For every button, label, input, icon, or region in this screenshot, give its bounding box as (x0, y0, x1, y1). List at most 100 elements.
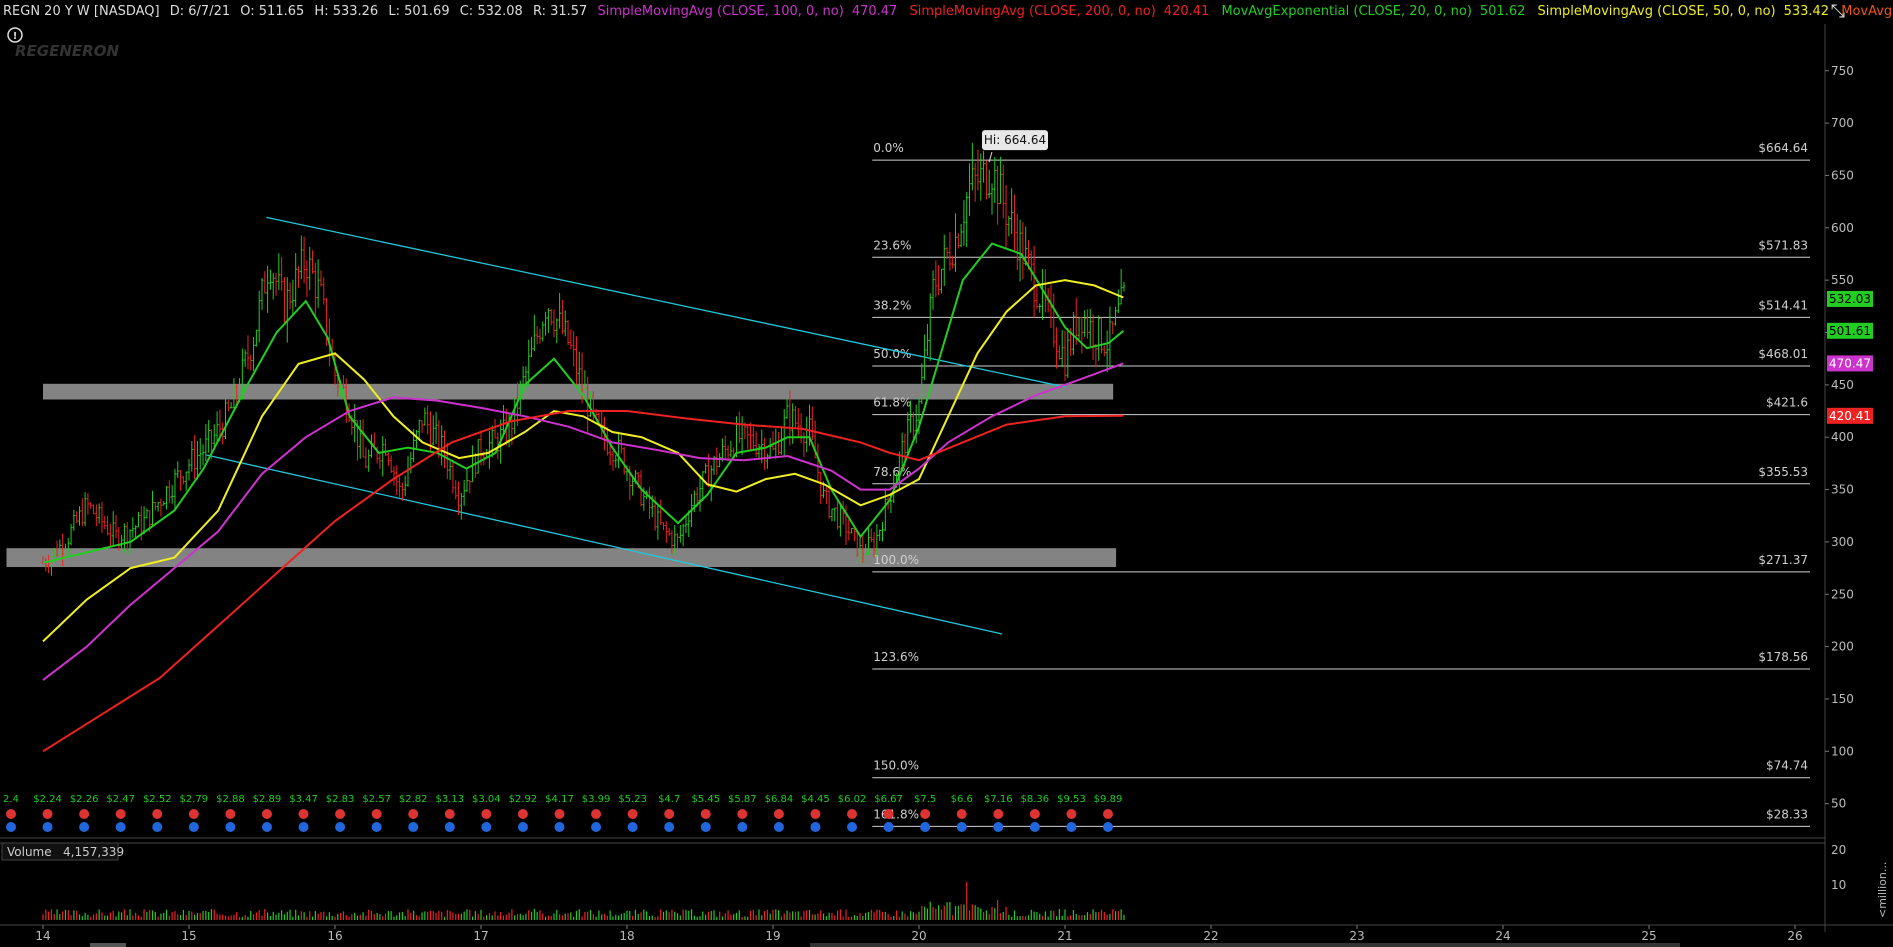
earnings-icon[interactable] (408, 809, 419, 819)
y-tick-label: 150 (1831, 692, 1854, 706)
earnings-icon[interactable] (773, 809, 784, 819)
volume-tick-label: 20 (1831, 843, 1846, 857)
series-line (42, 279, 1124, 643)
earnings-icon[interactable] (1066, 809, 1077, 819)
earnings-icon[interactable] (298, 809, 309, 819)
dividend-label: $2.52 (143, 794, 172, 805)
earnings-icon[interactable] (956, 809, 967, 819)
earnings-icon[interactable] (700, 809, 711, 819)
event-icon[interactable] (115, 822, 126, 832)
x-tick-label: 15 (181, 929, 196, 943)
event-icon[interactable] (773, 822, 784, 832)
fib-pct-label: 123.6% (873, 650, 919, 664)
event-icon[interactable] (737, 822, 748, 832)
event-icon[interactable] (883, 822, 894, 832)
event-icon[interactable] (188, 822, 199, 832)
event-icon[interactable] (481, 822, 492, 832)
event-icon[interactable] (261, 822, 272, 832)
earnings-icon[interactable] (1029, 809, 1040, 819)
event-icon[interactable] (42, 822, 53, 832)
earnings-icon[interactable] (664, 809, 675, 819)
dividend-label: $2.82 (399, 794, 428, 805)
channel-line-lower (206, 454, 1003, 635)
earnings-icon[interactable] (1103, 809, 1113, 819)
event-icon[interactable] (810, 822, 821, 832)
earnings-icon[interactable] (225, 809, 236, 819)
earnings-icon[interactable] (152, 809, 163, 819)
dividend-label: $7.16 (984, 794, 1013, 805)
event-icon[interactable] (225, 822, 236, 832)
earnings-icon[interactable] (554, 809, 565, 819)
event-icon[interactable] (1029, 822, 1040, 832)
event-icon[interactable] (920, 822, 931, 832)
event-icon[interactable] (554, 822, 565, 832)
x-tick-label: 24 (1495, 929, 1510, 943)
dividend-label: $3.04 (472, 794, 501, 805)
event-icon[interactable] (335, 822, 346, 832)
fib-price-label: $355.53 (1758, 465, 1808, 479)
earnings-icon[interactable] (591, 809, 602, 819)
dividend-label: $9.53 (1057, 794, 1086, 805)
hi-label: Hi: 664.64 (984, 133, 1046, 147)
scrollbar-left[interactable] (90, 943, 126, 947)
y-tick-label: 550 (1831, 273, 1854, 287)
event-icon[interactable] (591, 822, 602, 832)
earnings-icon[interactable] (115, 809, 126, 819)
dividend-label: $2.57 (362, 794, 391, 805)
earnings-icon[interactable] (444, 809, 455, 819)
price-chart[interactable]: REGENERON ! 0.0% $664.64 23.6% $571.83 38.2%… (0, 0, 1893, 947)
event-icon[interactable] (1103, 822, 1113, 832)
dividend-label: $2.92 (509, 794, 538, 805)
dividend-label: $5.87 (728, 794, 757, 805)
event-icon[interactable] (371, 822, 382, 832)
event-icon[interactable] (664, 822, 675, 832)
event-icon[interactable] (444, 822, 455, 832)
event-icon[interactable] (993, 822, 1004, 832)
earnings-icon[interactable] (42, 809, 53, 819)
earnings-icon[interactable] (847, 809, 858, 819)
earnings-icon[interactable] (261, 809, 272, 819)
earnings-icon[interactable] (188, 809, 199, 819)
y-tick-label: 450 (1831, 378, 1854, 392)
earnings-icon[interactable] (993, 809, 1004, 819)
earnings-icon[interactable] (481, 809, 492, 819)
y-tick-label: 400 (1831, 430, 1854, 444)
event-icon[interactable] (408, 822, 419, 832)
event-icon[interactable] (517, 822, 528, 832)
event-icon[interactable] (6, 822, 16, 832)
volume-tick-label: 10 (1831, 878, 1846, 892)
event-icon[interactable] (152, 822, 163, 832)
fib-price-label: $571.83 (1758, 238, 1808, 252)
event-icon[interactable] (627, 822, 638, 832)
y-tick-label: 50 (1831, 797, 1846, 811)
fib-pct-label: 78.6% (873, 465, 911, 479)
event-icon[interactable] (1066, 822, 1077, 832)
earnings-icon[interactable] (371, 809, 382, 819)
earnings-icon[interactable] (335, 809, 346, 819)
earnings-icon[interactable] (810, 809, 821, 819)
dividend-label: $6.6 (951, 794, 973, 805)
dividend-label: $5.23 (618, 794, 647, 805)
dividend-label: $6.02 (838, 794, 867, 805)
earnings-icon[interactable] (517, 809, 528, 819)
earnings-icon[interactable] (920, 809, 931, 819)
earnings-icon[interactable] (79, 809, 90, 819)
x-tick-label: 17 (473, 929, 488, 943)
fib-price-label: $178.56 (1758, 650, 1808, 664)
price-tag-label: 420.41 (1829, 409, 1871, 423)
dividend-label: $8.36 (1021, 794, 1050, 805)
event-icon[interactable] (298, 822, 309, 832)
fib-price-label: $468.01 (1758, 347, 1808, 361)
earnings-icon[interactable] (6, 809, 16, 819)
x-tick-label: 14 (35, 929, 50, 943)
event-icon[interactable] (700, 822, 711, 832)
event-icon[interactable] (847, 822, 858, 832)
earnings-icon[interactable] (883, 809, 894, 819)
event-icon[interactable] (956, 822, 967, 832)
dividend-label: $9.89 (1094, 794, 1123, 805)
y-tick-label: 300 (1831, 535, 1854, 549)
event-icon[interactable] (79, 822, 90, 832)
earnings-icon[interactable] (627, 809, 638, 819)
earnings-icon[interactable] (737, 809, 748, 819)
scrollbar-track[interactable] (810, 943, 1680, 947)
